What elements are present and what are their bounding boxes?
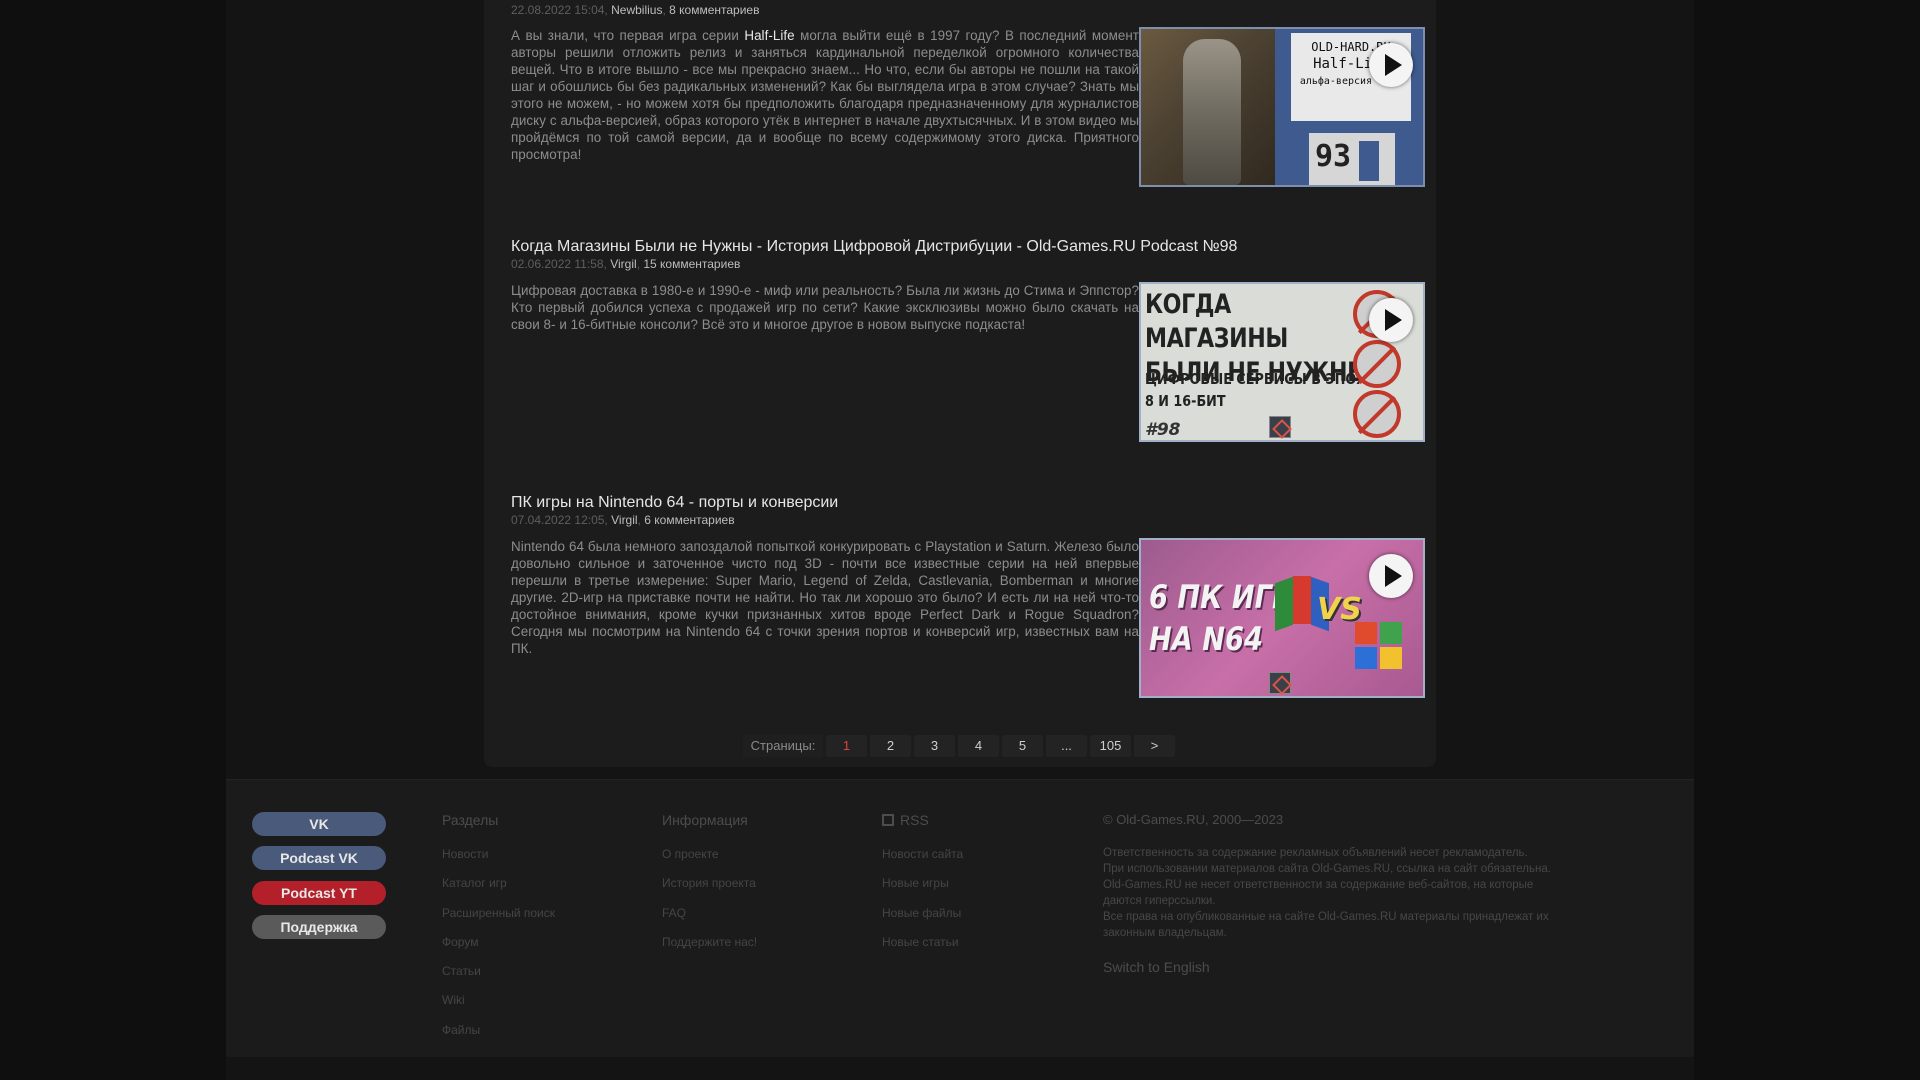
footer-link-advanced-search[interactable]: Расширенный поиск <box>442 899 555 928</box>
play-icon[interactable] <box>1369 298 1413 342</box>
video-thumbnail[interactable]: КОГДА МАГАЗИНЫ БЫЛИ НЕ НУЖНЫ ЦИФРОВЫЕ СЕ… <box>1139 282 1425 442</box>
article-author-link[interactable]: Virgil <box>611 513 637 527</box>
article-date: 22.08.2022 15:04, <box>511 3 608 17</box>
page-link-1[interactable]: 1 <box>826 735 867 757</box>
footer-link-wiki[interactable]: Wiki <box>442 986 555 1015</box>
article-comments-link[interactable]: 6 комментариев <box>644 513 734 527</box>
play-icon[interactable] <box>1369 43 1413 87</box>
footer-link-site-news[interactable]: Новости сайта <box>882 840 963 869</box>
article-highlight-link[interactable]: Half-Life <box>744 28 794 43</box>
podcast-vk-button[interactable]: Podcast VK <box>252 846 386 870</box>
game-character <box>1183 39 1241 185</box>
footer-link-forum[interactable]: Форум <box>442 928 555 957</box>
disk-shutter: 93 <box>1309 133 1395 185</box>
page-link-last[interactable]: 105 <box>1090 735 1131 757</box>
article-comments-link[interactable]: 15 комментариев <box>643 257 740 271</box>
footer-rss-column: RSS Новости сайта Новые игры Новые файлы… <box>882 812 963 957</box>
footer-link-donate[interactable]: Поддержите нас! <box>662 928 757 957</box>
pagination-label: Страницы: <box>743 735 823 757</box>
windows-logo-icon <box>1355 622 1405 672</box>
next-page-button[interactable]: > <box>1134 735 1175 757</box>
footer-copyright-block: © Old-Games.RU, 2000—2023 Ответственност… <box>1103 812 1623 975</box>
footer-link-news[interactable]: Новости <box>442 840 555 869</box>
footer-sections-column: Разделы Новости Каталог игр Расширенный … <box>442 812 555 1045</box>
footer-info-column: Информация О проекте История проекта FAQ… <box>662 812 757 957</box>
copyright-line: Old-Games.RU не несет ответственности за… <box>1103 879 1534 891</box>
page-link-4[interactable]: 4 <box>958 735 999 757</box>
page-link-5[interactable]: 5 <box>1002 735 1043 757</box>
article-title-link[interactable]: ПК игры на Nintendo 64 - порты и конверс… <box>511 494 838 512</box>
footer-link-new-files[interactable]: Новые файлы <box>882 899 963 928</box>
podcast-yt-button[interactable]: Podcast YT <box>252 881 386 905</box>
article-meta: 22.08.2022 15:04, Newbilius, 8 комментар… <box>511 3 760 17</box>
footer-info-heading: Информация <box>662 812 748 828</box>
footer-link-history[interactable]: История проекта <box>662 869 757 898</box>
footer-link-about[interactable]: О проекте <box>662 840 757 869</box>
footer-link-new-articles[interactable]: Новые статьи <box>882 928 963 957</box>
switch-language-link[interactable]: Switch to English <box>1103 959 1623 975</box>
support-button[interactable]: Поддержка <box>252 915 386 939</box>
article-author-link[interactable]: Newbilius <box>611 3 662 17</box>
article-meta: 07.04.2022 12:05, Virgil, 6 комментариев <box>511 513 735 527</box>
article-author-link[interactable]: Virgil <box>610 257 636 271</box>
no-disc-icon <box>1353 390 1401 438</box>
thumb-subheading: ЦИФРОВЫЕ СЕРВИСЫ В ЭПОХУ 8 И 16-БИТ <box>1145 370 1376 410</box>
footer-link-new-games[interactable]: Новые игры <box>882 869 963 898</box>
copyright-line: При использовании материалов сайта Old-G… <box>1103 863 1551 875</box>
article-comments-link[interactable]: 8 комментариев <box>669 3 759 17</box>
page-link-3[interactable]: 3 <box>914 735 955 757</box>
video-thumbnail[interactable]: 6 ПК ИГР НА N64 VS <box>1139 538 1425 698</box>
footer-rss-heading[interactable]: RSS <box>882 812 963 828</box>
copyright-line: Все права на опубликованные на сайте Old… <box>1103 911 1549 923</box>
footer-link-files[interactable]: Файлы <box>442 1016 555 1045</box>
copyright-line: даются гиперссылки. <box>1103 895 1216 907</box>
episode-number: #98 <box>1145 420 1181 440</box>
site-footer: VK Podcast VK Podcast YT Поддержка Разде… <box>226 779 1694 1057</box>
vk-button[interactable]: VK <box>252 812 386 836</box>
article-date: 07.04.2022 12:05, <box>511 513 608 527</box>
old-games-logo-icon <box>1269 416 1291 438</box>
pagination-ellipsis: ... <box>1046 735 1087 757</box>
rss-icon <box>882 814 894 826</box>
video-thumbnail[interactable]: OLD-HARD.RU Half-Life альфа-версия 0.52 … <box>1139 27 1425 187</box>
page-link-2[interactable]: 2 <box>870 735 911 757</box>
article-title-link[interactable]: Когда Магазины Были не Нужны - История Ц… <box>511 238 1237 256</box>
copyright-heading: © Old-Games.RU, 2000—2023 <box>1103 812 1284 827</box>
thumb-heading: 6 ПК ИГР НА N64 <box>1149 578 1292 658</box>
article-meta: 02.06.2022 11:58, Virgil, 15 комментарие… <box>511 257 741 271</box>
article-text: Nintendo 64 была немного запоздалой попы… <box>511 539 1139 656</box>
footer-link-catalog[interactable]: Каталог игр <box>442 869 555 898</box>
copyright-line: законным владельцам. <box>1103 927 1227 939</box>
article-text: А вы знали, что первая игра серии Half-L… <box>511 28 1139 162</box>
footer-link-articles[interactable]: Статьи <box>442 957 555 986</box>
copyright-line: Ответственность за содержание рекламных … <box>1103 847 1528 859</box>
old-games-logo-icon <box>1269 672 1291 694</box>
play-icon[interactable] <box>1369 554 1413 598</box>
footer-link-faq[interactable]: FAQ <box>662 899 757 928</box>
article-date: 02.06.2022 11:58, <box>511 257 607 271</box>
footer-sections-heading: Разделы <box>442 812 499 828</box>
pagination: Страницы: 1 2 3 4 5 ... 105 > <box>743 735 1175 757</box>
article-text: Цифровая доставка в 1980-е и 1990-е - ми… <box>511 283 1139 332</box>
no-cartridge-icon <box>1353 340 1401 388</box>
